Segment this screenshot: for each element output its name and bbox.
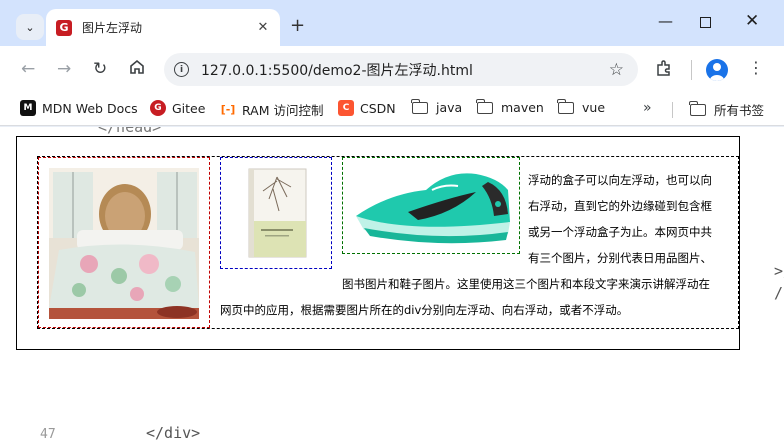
paragraph-line: 有三个图片，分别代表日用品图片、	[528, 251, 712, 265]
float-container: 浮动的盒子可以向左浮动，也可以向 右浮动，直到它的外边缘碰到包含框 或另一个浮动…	[37, 156, 739, 329]
bookmarks-bar: M MDN Web Docs G Gitee [-] RAM 访问控制 C CS…	[0, 92, 784, 126]
tab-search-button[interactable]: ⌄	[16, 14, 44, 40]
all-bookmarks[interactable]: 所有书签	[689, 100, 765, 119]
bookmark-mdn[interactable]: M MDN Web Docs	[20, 100, 138, 116]
toolbar-divider	[691, 60, 692, 80]
all-bookmarks-label: 所有书签	[714, 103, 765, 118]
minimize-icon[interactable]: —	[658, 12, 673, 30]
bedroom-image	[49, 168, 199, 319]
paragraph-line: 或另一个浮动盒子为止。本网页中共	[528, 225, 712, 239]
gitee-favicon-icon: G	[56, 19, 72, 36]
new-tab-button[interactable]: +	[290, 16, 305, 36]
tab-title: 图片左浮动	[82, 21, 143, 35]
bookmark-gitee[interactable]: G Gitee	[150, 100, 205, 116]
bookmark-label: MDN Web Docs	[42, 100, 138, 116]
page-viewport[interactable]: </head> 47 </div> >/ /	[0, 127, 784, 442]
bookmark-star-icon[interactable]: ☆	[609, 60, 624, 80]
paragraph-line: 右浮动，直到它的外边缘碰到包含框	[528, 199, 712, 213]
bookmark-label: RAM 访问控制	[242, 103, 324, 118]
bookmark-folder-java[interactable]: java	[411, 98, 463, 115]
bg-code-line: </head>	[98, 127, 162, 136]
bookmark-csdn[interactable]: C CSDN	[338, 100, 396, 116]
sneaker-image	[348, 164, 516, 248]
bookmark-folder-vue[interactable]: vue	[557, 98, 606, 115]
folder-icon	[476, 98, 493, 114]
bookmark-label: CSDN	[360, 100, 396, 116]
extensions-icon[interactable]	[655, 59, 673, 81]
tab-strip: ⌄ G 图片左浮动 ✕ + — ✕	[0, 0, 784, 46]
folder-icon	[689, 100, 706, 116]
home-icon[interactable]	[128, 58, 146, 81]
float-box-2	[220, 157, 332, 269]
bookmark-label: maven	[501, 100, 544, 115]
paragraph-line: 浮动的盒子可以向左浮动，也可以向	[528, 173, 712, 187]
forward-arrow-icon[interactable]: →	[57, 59, 71, 79]
bookmark-label: vue	[582, 100, 606, 115]
bg-code-line: </div>	[146, 424, 201, 442]
window-close-icon[interactable]: ✕	[745, 11, 759, 31]
float-box-1	[38, 157, 210, 328]
folder-icon	[411, 98, 428, 114]
paragraph-line: 图书图片和鞋子图片。这里使用这三个图片和本段文字来演示讲解浮动在	[342, 277, 710, 291]
bookmark-folder-maven[interactable]: maven	[476, 98, 544, 115]
chevron-double-right-icon[interactable]: »	[643, 100, 652, 116]
outer-box: 浮动的盒子可以向左浮动，也可以向 右浮动，直到它的外边缘碰到包含框 或另一个浮动…	[16, 136, 740, 350]
bookmark-label: Gitee	[172, 100, 206, 116]
profile-avatar-icon[interactable]	[706, 59, 728, 81]
address-bar[interactable]: i 127.0.0.1:5500/demo2-图片左浮动.html ☆	[164, 53, 638, 86]
float-box-3	[342, 157, 520, 254]
csdn-icon: C	[338, 100, 354, 116]
bookmark-ram[interactable]: [-] RAM 访问控制	[220, 100, 324, 119]
url-text: 127.0.0.1:5500/demo2-图片左浮动.html	[201, 62, 473, 79]
folder-icon	[557, 98, 574, 114]
toolbar: ← → ↻ i 127.0.0.1:5500/demo2-图片左浮动.html …	[0, 46, 784, 92]
bg-code-fragment: >/ /	[774, 262, 784, 302]
back-arrow-icon[interactable]: ←	[21, 59, 35, 79]
maximize-icon[interactable]	[700, 14, 711, 32]
info-icon[interactable]: i	[174, 62, 189, 77]
bookmark-label: java	[436, 100, 463, 115]
paragraph-line: 网页中的应用，根据需要图片所在的div分别向左浮动、向右浮动，或者不浮动。	[220, 303, 629, 317]
reload-icon[interactable]: ↻	[93, 59, 107, 79]
chevron-down-icon: ⌄	[25, 20, 35, 34]
more-menu-icon[interactable]: ⋮	[748, 59, 764, 77]
aliyun-icon: [-]	[220, 103, 236, 116]
close-icon[interactable]: ✕	[252, 17, 274, 39]
tab-active[interactable]: G 图片左浮动 ✕	[46, 9, 280, 46]
bg-line-number: 47	[40, 427, 56, 442]
book-image	[247, 167, 308, 259]
mdn-icon: M	[20, 100, 36, 116]
bookmarks-divider	[672, 102, 673, 118]
gitee-icon: G	[150, 100, 166, 116]
